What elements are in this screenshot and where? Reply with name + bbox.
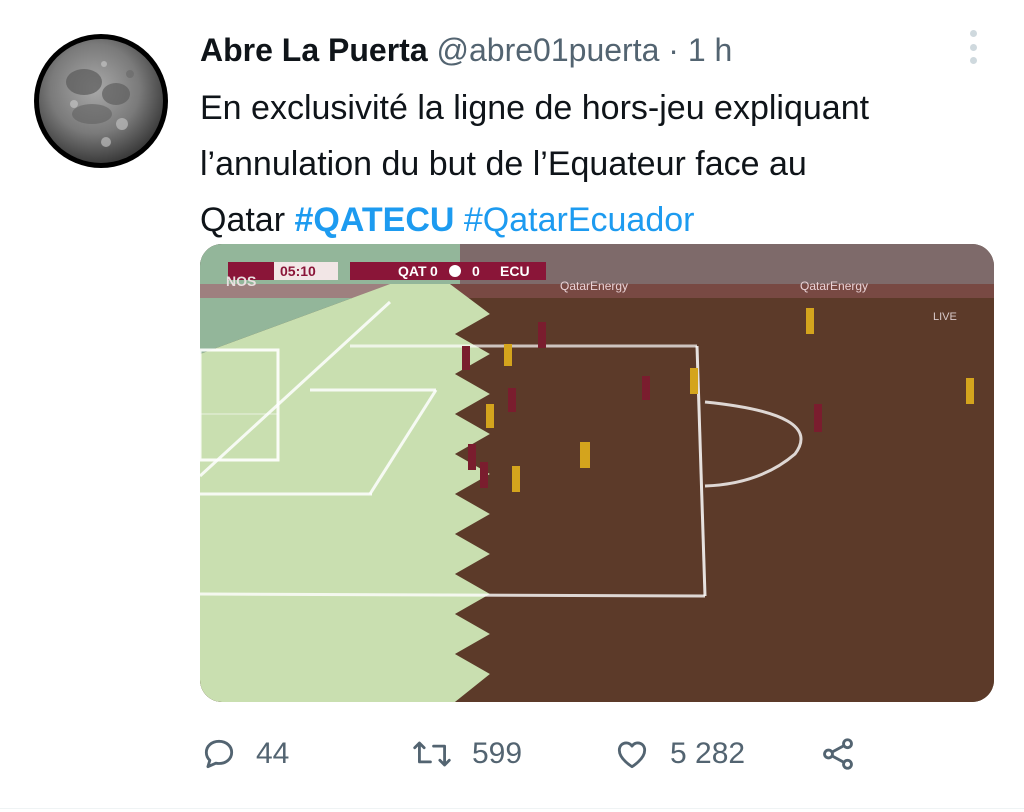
ad-board-text: QatarEnergy xyxy=(800,279,868,293)
offside-frame-image: NOS 05:10 QAT 0 0 ECU QatarEnergy QatarE… xyxy=(200,244,994,702)
divider xyxy=(0,808,1024,809)
moon-avatar-image xyxy=(39,39,163,163)
share-icon xyxy=(818,735,858,773)
tweet-text-line: l’annulation du but de l’Equateur face a… xyxy=(200,145,807,183)
broadcaster-logo: NOS xyxy=(226,273,256,289)
retweet-button[interactable]: 599 xyxy=(410,730,522,778)
author-handle[interactable]: @abre01puerta xyxy=(437,32,660,68)
reply-icon xyxy=(200,735,238,773)
team1-score: 0 xyxy=(430,263,438,279)
tweet-text-line: En exclusivité la ligne de hors-jeu expl… xyxy=(200,89,870,127)
author-name[interactable]: Abre La Puerta xyxy=(200,32,428,68)
live-label: LIVE xyxy=(933,311,957,323)
tweet-actions: 44 599 5 282 xyxy=(200,730,960,778)
avatar[interactable] xyxy=(34,34,168,168)
tweet-card[interactable]: Abre La Puerta @abre01puerta · 1 h En ex… xyxy=(0,0,1024,812)
like-count: 5 282 xyxy=(670,737,746,770)
team2-score: 0 xyxy=(472,263,480,279)
header-separator: · xyxy=(668,32,679,68)
reply-button[interactable]: 44 xyxy=(200,730,289,778)
tweet-timestamp[interactable]: 1 h xyxy=(688,32,732,68)
match-clock: 05:10 xyxy=(280,263,316,279)
tweet-text: En exclusivité la ligne de hors-jeu expl… xyxy=(200,80,990,248)
team2-label: ECU xyxy=(500,263,530,279)
more-vertical-icon[interactable] xyxy=(958,30,988,64)
retweet-icon xyxy=(410,735,454,773)
hashtag-link[interactable]: #QATECU xyxy=(294,201,454,239)
share-button[interactable] xyxy=(818,730,858,778)
team1-label: QAT xyxy=(398,263,427,279)
tweet-media-image[interactable]: NOS 05:10 QAT 0 0 ECU QatarEnergy QatarE… xyxy=(200,244,994,702)
ad-board-text: QatarEnergy xyxy=(560,279,628,293)
reply-count: 44 xyxy=(256,737,290,770)
tweet-header: Abre La Puerta @abre01puerta · 1 h xyxy=(200,30,732,70)
like-button[interactable]: 5 282 xyxy=(612,730,745,778)
retweet-count: 599 xyxy=(472,737,523,770)
hashtag-link[interactable]: #QatarEcuador xyxy=(464,201,695,239)
heart-icon xyxy=(612,735,652,773)
tweet-text-line: Qatar xyxy=(200,201,295,239)
